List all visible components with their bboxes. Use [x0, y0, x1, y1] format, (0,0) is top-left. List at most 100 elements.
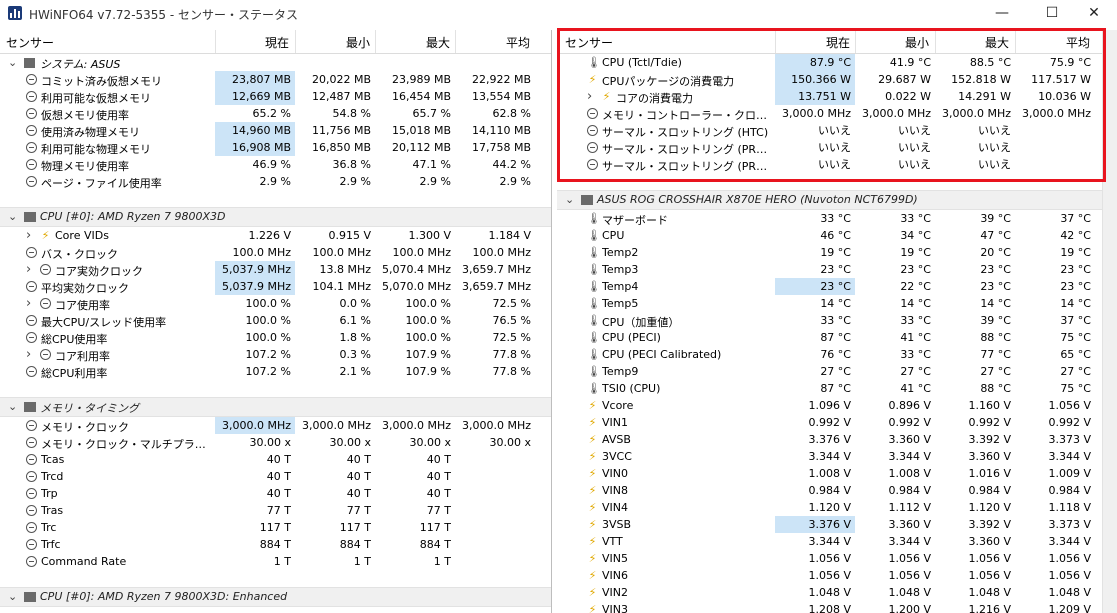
sensor-row[interactable]: ⚡ 3VSB 3.376 V 3.360 V 3.392 V 3.373 V	[557, 516, 1117, 533]
sensor-row[interactable]: 🌡 Temp9 27 °C 27 °C 27 °C 27 °C	[557, 363, 1117, 380]
value-max: 0.984 V	[968, 484, 1011, 497]
sensor-pane-right[interactable]: センサー 現在 最小 最大 平均 🌡 CPU (Tctl/Tdie) 87.9 °C…	[557, 30, 1117, 613]
expand-chevron-icon[interactable]: ›	[26, 295, 31, 312]
sensor-row[interactable]: ⚡ VIN1 0.992 V 0.992 V 0.992 V 0.992 V	[557, 414, 1117, 431]
sensor-row[interactable]: › ⚡ Core VIDs 1.226 V 0.915 V 1.300 V 1.184 V	[0, 227, 551, 244]
sensor-row[interactable]: 🌡 CPU (PECI Calibrated) 76 °C 33 °C 77 °C 65 …	[557, 346, 1117, 363]
col-max[interactable]: 最大	[426, 34, 450, 51]
sensor-row[interactable]: ⚡ CPUパッケージの消費電力 150.366 W 29.687 W 152.818 W…	[557, 71, 1117, 88]
sensor-row[interactable]: Trc 117 T 117 T 117 T	[0, 519, 551, 536]
col-current[interactable]: 現在	[265, 34, 289, 51]
sensor-name: 総CPU使用率	[41, 333, 108, 346]
expand-chevron-icon[interactable]: ›	[26, 227, 31, 244]
sensor-row[interactable]: ⚡ AVSB 3.376 V 3.360 V 3.392 V 3.373 V	[557, 431, 1117, 448]
group-header[interactable]: ⌄ システム: ASUS	[0, 54, 551, 71]
sensor-row[interactable]: ⚡ VIN0 1.008 V 1.008 V 1.016 V 1.009 V	[557, 465, 1117, 482]
sensor-row[interactable]: 最大CPU/スレッド使用率 100.0 % 6.1 % 100.0 % 76.5 %	[0, 312, 551, 329]
sensor-row[interactable]: ⚡ 3VCC 3.344 V 3.344 V 3.360 V 3.344 V	[557, 448, 1117, 465]
sensor-row[interactable]: 🌡 Temp2 19 °C 19 °C 20 °C 19 °C	[557, 244, 1117, 261]
minimize-button[interactable]: —	[979, 0, 1025, 27]
value-current: 30.00 x	[249, 436, 292, 449]
value-avg: 100.0 MHz	[472, 246, 531, 259]
clock-icon	[26, 247, 37, 258]
value-avg: 17,758 MB	[471, 141, 531, 154]
col-sensor-right[interactable]: センサー	[565, 34, 613, 51]
sensor-row[interactable]: ⚡ VIN6 1.056 V 1.056 V 1.056 V 1.056 V	[557, 567, 1117, 584]
col-current-right[interactable]: 現在	[826, 34, 850, 51]
sensor-row[interactable]: 🌡 マザーボード 33 °C 33 °C 39 °C 37 °C	[557, 210, 1117, 227]
sensor-row[interactable]: Trp 40 T 40 T 40 T	[0, 485, 551, 502]
maximize-button[interactable]: ☐	[1029, 0, 1075, 27]
sensor-pane-left[interactable]: センサー 現在 最小 最大 平均 ⌄ システム: ASUS コミット済み仮想メモリ 2…	[0, 30, 552, 613]
clock-icon	[587, 108, 598, 119]
sensor-row[interactable]: 🌡 CPU (PECI) 87 °C 41 °C 88 °C 75 °C	[557, 329, 1117, 346]
sensor-row[interactable]: Trfc 884 T 884 T 884 T	[0, 536, 551, 553]
sensor-row[interactable]: バス・クロック 100.0 MHz 100.0 MHz 100.0 MHz 100.0 …	[0, 244, 551, 261]
sensor-row[interactable]: サーマル・スロットリング (PROCHOT ... いいえ いいえ いいえ	[557, 156, 1117, 173]
sensor-row[interactable]: 🌡 CPU (Tctl/Tdie) 87.9 °C 41.9 °C 88.5 °C 75.…	[557, 54, 1117, 71]
sensor-row[interactable]: 🌡 Temp3 23 °C 23 °C 23 °C 23 °C	[557, 261, 1117, 278]
sensor-row[interactable]: Trcd 40 T 40 T 40 T	[0, 468, 551, 485]
clock-icon	[26, 522, 37, 533]
sensor-row[interactable]: 🌡 CPU（加重値） 33 °C 33 °C 39 °C 37 °C	[557, 312, 1117, 329]
sensor-row[interactable]: 🌡 Temp4 23 °C 22 °C 23 °C 23 °C	[557, 278, 1117, 295]
col-sensor[interactable]: センサー	[6, 34, 54, 51]
sensor-row[interactable]: ⚡ VIN3 1.208 V 1.200 V 1.216 V 1.209 V	[557, 601, 1117, 613]
sensor-row[interactable]: ⚡ Vcore 1.096 V 0.896 V 1.160 V 1.056 V	[557, 397, 1117, 414]
clock-icon	[26, 437, 37, 448]
motherboard-group-header[interactable]: ⌄ ASUS ROG CROSSHAIR X870E HERO (Nuvoton …	[557, 190, 1117, 210]
sensor-row[interactable]: Tras 77 T 77 T 77 T	[0, 502, 551, 519]
sensor-row[interactable]: ⚡ VIN2 1.048 V 1.048 V 1.048 V 1.048 V	[557, 584, 1117, 601]
sensor-row[interactable]: 🌡 TSI0 (CPU) 87 °C 41 °C 88 °C 75 °C	[557, 380, 1117, 397]
sensor-row[interactable]: › ⚡ コアの消費電力 13.751 W 0.022 W 14.291 W 10.036 W	[557, 88, 1117, 105]
sensor-name: VIN1	[602, 416, 628, 429]
vertical-scrollbar[interactable]	[1102, 30, 1117, 613]
sensor-row[interactable]: ページ・ファイル使用率 2.9 % 2.9 % 2.9 % 2.9 %	[0, 173, 551, 190]
sensor-row[interactable]: 🌡 CPU 46 °C 34 °C 47 °C 42 °C	[557, 227, 1117, 244]
sensor-row[interactable]: サーマル・スロットリング (PROCHOT ... いいえ いいえ いいえ	[557, 139, 1117, 156]
close-button[interactable]: ✕	[1071, 0, 1117, 27]
sensor-row[interactable]: 物理メモリ使用率 46.9 % 36.8 % 47.1 % 44.2 %	[0, 156, 551, 173]
sensor-row[interactable]: ⚡ VIN4 1.120 V 1.112 V 1.120 V 1.118 V	[557, 499, 1117, 516]
sensor-row[interactable]: › コア使用率 100.0 % 0.0 % 100.0 % 72.5 %	[0, 295, 551, 312]
sensor-row[interactable]: メモリ・コントローラー・クロック（UCL... 3,000.0 MHz 3,000.…	[557, 105, 1117, 122]
sensor-row[interactable]: 利用可能な物理メモリ 16,908 MB 16,850 MB 20,112 MB 17,…	[0, 139, 551, 156]
group-header[interactable]: ⌄ CPU [#0]: AMD Ryzen 7 9800X3D	[0, 207, 551, 227]
expand-chevron-icon[interactable]: ›	[26, 346, 31, 363]
sensor-row[interactable]: サーマル・スロットリング (HTC) いいえ いいえ いいえ	[557, 122, 1117, 139]
sensor-row[interactable]: 総CPU利用率 107.2 % 2.1 % 107.9 % 77.8 %	[0, 363, 551, 380]
collapse-chevron-icon[interactable]: ⌄	[8, 398, 17, 416]
sensor-row[interactable]: コミット済み仮想メモリ 23,807 MB 20,022 MB 23,989 MB 22…	[0, 71, 551, 88]
sensor-name: TSI0 (CPU)	[602, 382, 661, 395]
group-header[interactable]: ⌄ CPU [#0]: AMD Ryzen 7 9800X3D: Enhanced	[0, 587, 551, 607]
expand-chevron-icon[interactable]: ›	[587, 88, 592, 105]
group-header[interactable]: ⌄ メモリ・タイミング	[0, 397, 551, 417]
sensor-row[interactable]: 使用済み物理メモリ 14,960 MB 11,756 MB 15,018 MB 14,1…	[0, 122, 551, 139]
sensor-row[interactable]: 総CPU使用率 100.0 % 1.8 % 100.0 % 72.5 %	[0, 329, 551, 346]
sensor-row[interactable]: ⚡ VIN8 0.984 V 0.984 V 0.984 V 0.984 V	[557, 482, 1117, 499]
col-min-right[interactable]: 最小	[905, 34, 929, 51]
sensor-row[interactable]: 🌡 Temp5 14 °C 14 °C 14 °C 14 °C	[557, 295, 1117, 312]
collapse-chevron-icon[interactable]: ⌄	[565, 191, 574, 209]
sensor-row[interactable]: Command Rate 1 T 1 T 1 T	[0, 553, 551, 570]
expand-chevron-icon[interactable]: ›	[26, 261, 31, 278]
col-min[interactable]: 最小	[346, 34, 370, 51]
sensor-row[interactable]: 利用可能な仮想メモリ 12,669 MB 12,487 MB 16,454 MB 13,…	[0, 88, 551, 105]
collapse-chevron-icon[interactable]: ⌄	[8, 54, 17, 71]
sensor-row[interactable]: 平均実効クロック 5,037.9 MHz 104.1 MHz 5,070.0 MHz 3…	[0, 278, 551, 295]
collapse-chevron-icon[interactable]: ⌄	[8, 208, 17, 226]
sensor-row[interactable]: メモリ・クロック・マルチプライヤー 30.00 x 30.00 x 30.00 x 30…	[0, 434, 551, 451]
sensor-row[interactable]: メモリ・クロック 3,000.0 MHz 3,000.0 MHz 3,000.0 MH…	[0, 417, 551, 434]
col-avg[interactable]: 平均	[506, 34, 530, 51]
sensor-row[interactable]: 仮想メモリ使用率 65.2 % 54.8 % 65.7 % 62.8 %	[0, 105, 551, 122]
sensor-row[interactable]: › コア実効クロック 5,037.9 MHz 13.8 MHz 5,070.4 MHz 3…	[0, 261, 551, 278]
sensor-row[interactable]: ⚡ VTT 3.344 V 3.344 V 3.360 V 3.344 V	[557, 533, 1117, 550]
value-min: 27 °C	[900, 365, 931, 378]
right-sensor-list: 🌡 CPU (Tctl/Tdie) 87.9 °C 41.9 °C 88.5 °C 75.…	[557, 54, 1117, 613]
collapse-chevron-icon[interactable]: ⌄	[8, 588, 17, 606]
col-avg-right[interactable]: 平均	[1066, 34, 1090, 51]
sensor-row[interactable]: Tcas 40 T 40 T 40 T	[0, 451, 551, 468]
col-max-right[interactable]: 最大	[985, 34, 1009, 51]
sensor-row[interactable]: ⚡ VIN5 1.056 V 1.056 V 1.056 V 1.056 V	[557, 550, 1117, 567]
sensor-row[interactable]: › コア利用率 107.2 % 0.3 % 107.9 % 77.8 %	[0, 346, 551, 363]
